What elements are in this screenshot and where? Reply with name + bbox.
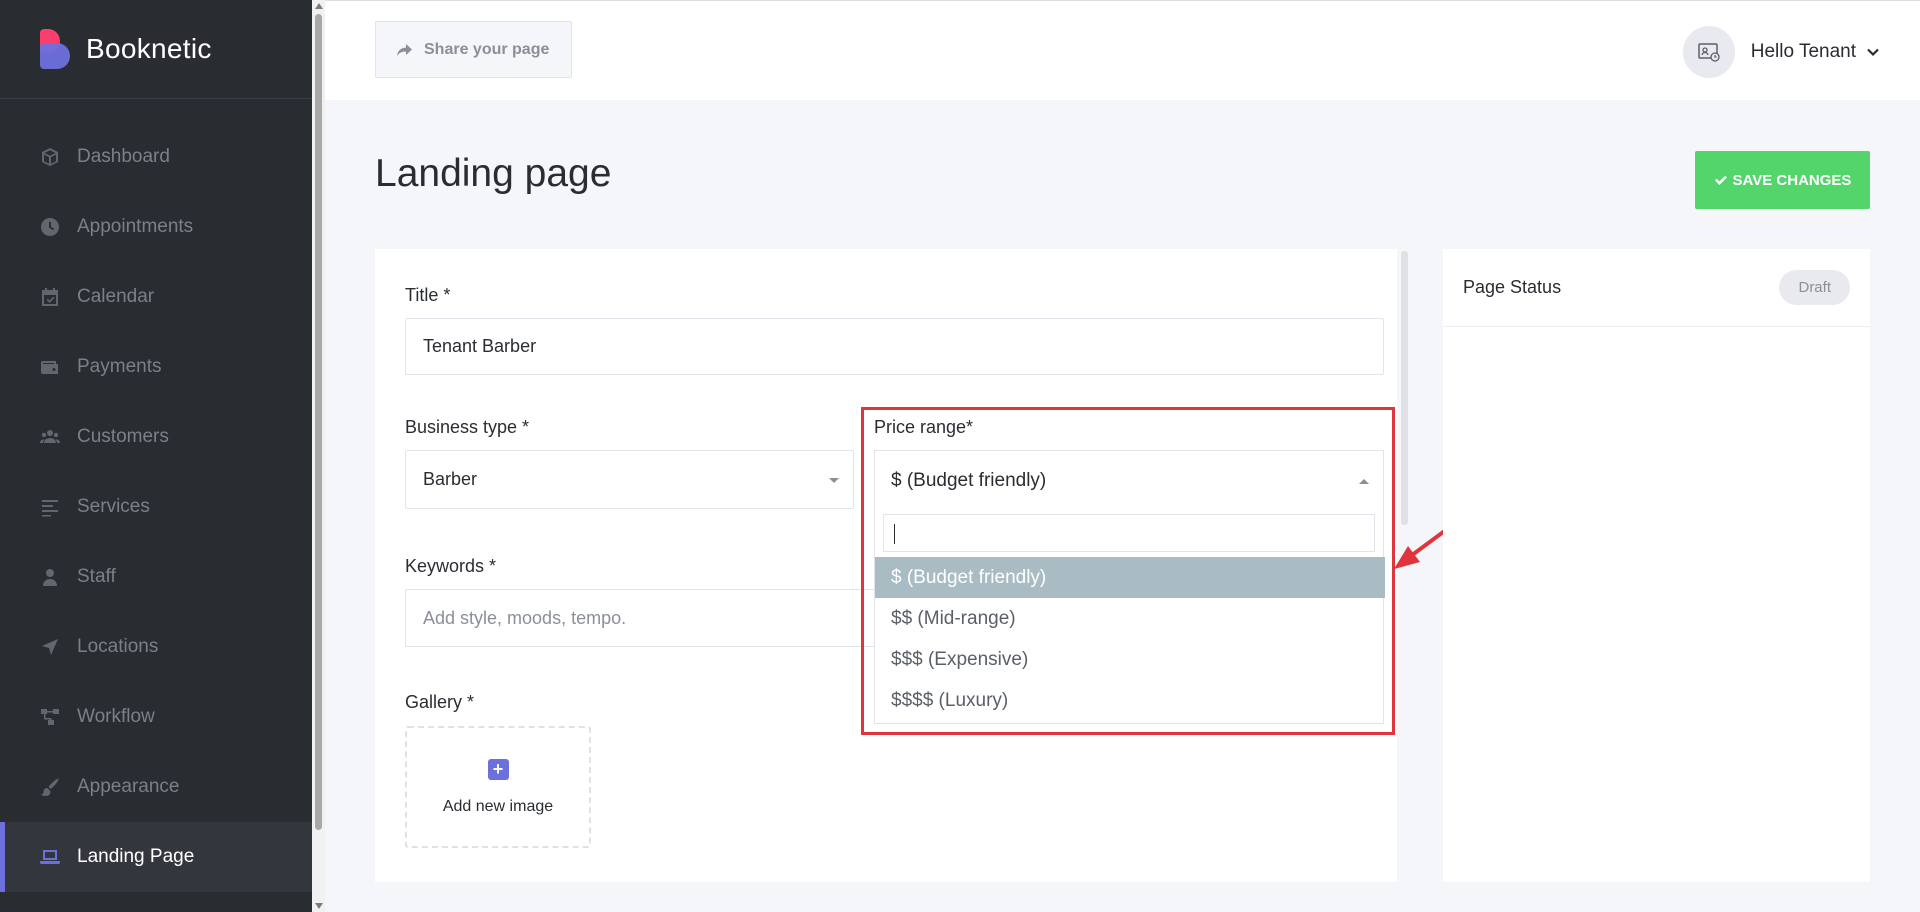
user-icon (40, 567, 60, 587)
sidebar-item-dashboard[interactable]: Dashboard (0, 122, 312, 192)
sidebar: Booknetic Dashboard Appointments Calenda… (0, 0, 312, 912)
chevron-down-icon (1867, 48, 1879, 57)
form-scrollbar[interactable] (1397, 249, 1412, 882)
text-cursor (894, 524, 895, 544)
price-option-budget[interactable]: $ (Budget friendly) (875, 557, 1385, 598)
sidebar-item-calendar[interactable]: Calendar (0, 262, 312, 332)
price-option-luxury[interactable]: $$$$ (Luxury) (875, 680, 1385, 721)
page-status-card: Page Status Draft (1443, 249, 1870, 882)
business-type-label: Business type * (405, 417, 530, 437)
sidebar-item-label: Staff (77, 566, 116, 587)
page-scrollbar[interactable] (312, 0, 325, 912)
form-scrollbar-thumb[interactable] (1401, 251, 1408, 525)
sidebar-item-workflow[interactable]: Workflow (0, 682, 312, 752)
sidebar-item-customers[interactable]: Customers (0, 402, 312, 472)
laptop-icon (40, 847, 60, 867)
sidebar-item-label: Customers (77, 426, 169, 447)
title-field[interactable]: Tenant Barber (405, 318, 1384, 375)
page-title: Landing page (375, 152, 612, 195)
users-icon (40, 427, 60, 447)
sidebar-item-landing-page[interactable]: Landing Page (0, 822, 312, 892)
business-type-value: Barber (423, 469, 478, 489)
add-image-label: Add new image (442, 797, 554, 815)
wallet-icon (40, 357, 60, 377)
id-card-icon (1697, 43, 1720, 62)
title-label: Title * (405, 285, 451, 305)
user-menu[interactable]: Hello Tenant (1682, 26, 1880, 78)
caret-up-icon (1359, 479, 1369, 484)
sidebar-item-appointments[interactable]: Appointments (0, 192, 312, 262)
share-arrow-icon (397, 43, 412, 56)
avatar (1682, 26, 1735, 78)
brush-icon (40, 777, 60, 797)
sidebar-nav: Dashboard Appointments Calendar Payments… (0, 99, 312, 892)
calendar-icon (40, 287, 60, 307)
list-icon (40, 497, 60, 517)
gallery-label: Gallery * (405, 692, 475, 712)
workflow-icon (40, 707, 60, 727)
sidebar-item-staff[interactable]: Staff (0, 542, 312, 612)
keywords-placeholder: Add style, moods, tempo. (423, 607, 627, 628)
sidebar-item-services[interactable]: Services (0, 472, 312, 542)
page-status-header: Page Status Draft (1443, 249, 1870, 327)
dropdown-search-input[interactable] (883, 514, 1375, 552)
share-page-label: Share your page (424, 40, 550, 58)
scrollbar-thumb[interactable] (315, 14, 322, 830)
sidebar-item-label: Calendar (77, 286, 155, 307)
business-type-select[interactable]: Barber (405, 450, 854, 509)
location-arrow-icon (40, 637, 60, 657)
sidebar-item-locations[interactable]: Locations (0, 612, 312, 682)
price-option-mid-range[interactable]: $$ (Mid-range) (875, 598, 1385, 639)
keywords-input[interactable]: Add style, moods, tempo. (405, 589, 875, 647)
sidebar-item-label: Appointments (77, 216, 194, 237)
sidebar-item-label: Appearance (77, 776, 180, 797)
user-greeting: Hello Tenant (1750, 41, 1856, 62)
share-page-button[interactable]: Share your page (375, 21, 572, 78)
plus-icon: + (487, 758, 509, 780)
scroll-up-arrow-icon[interactable] (315, 3, 323, 9)
sidebar-item-appearance[interactable]: Appearance (0, 752, 312, 822)
sidebar-item-label: Locations (77, 636, 159, 657)
clock-icon (40, 217, 60, 237)
price-range-select[interactable]: $ (Budget friendly) (874, 450, 1384, 511)
price-range-label: Price range* (874, 417, 974, 437)
top-header: Share your page Hello Tenant (325, 0, 1920, 100)
status-badge: Draft (1779, 270, 1850, 305)
sidebar-item-label: Workflow (77, 706, 155, 727)
sidebar-item-label: Dashboard (77, 146, 170, 167)
check-icon (1714, 175, 1727, 185)
keywords-label: Keywords * (405, 556, 497, 576)
cube-icon (40, 147, 60, 167)
price-range-value: $ (Budget friendly) (891, 470, 1047, 491)
save-changes-button[interactable]: SAVE CHANGES (1695, 151, 1870, 209)
price-option-expensive[interactable]: $$$ (Expensive) (875, 639, 1385, 680)
save-changes-label: SAVE CHANGES (1732, 171, 1852, 189)
price-range-dropdown: $ (Budget friendly) $$ (Mid-range) $$$ (… (874, 510, 1385, 724)
brand-name: Booknetic (86, 33, 212, 64)
sidebar-item-payments[interactable]: Payments (0, 332, 312, 402)
brand[interactable]: Booknetic (0, 0, 312, 99)
sidebar-item-label: Payments (77, 356, 162, 377)
add-image-button[interactable]: + Add new image (405, 726, 591, 848)
page-status-title: Page Status (1463, 277, 1562, 297)
caret-down-icon (829, 477, 839, 483)
sidebar-item-label: Services (77, 496, 150, 517)
title-value: Tenant Barber (423, 336, 537, 356)
booknetic-logo-icon (38, 29, 72, 69)
scroll-down-arrow-icon[interactable] (315, 903, 323, 909)
sidebar-item-label: Landing Page (77, 846, 195, 867)
